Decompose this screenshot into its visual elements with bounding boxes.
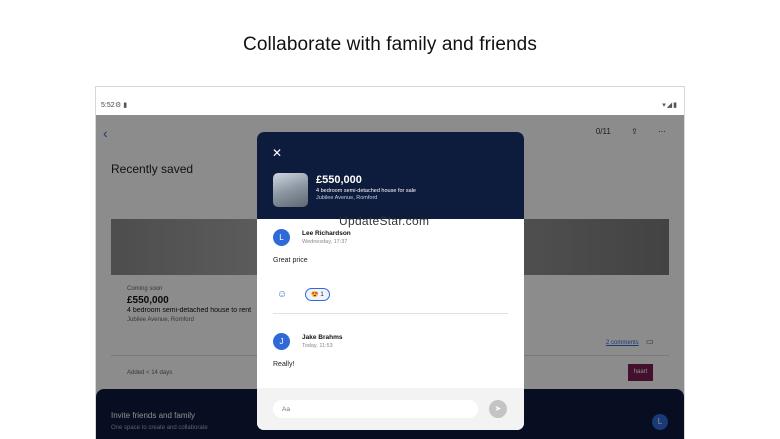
comment-divider — [273, 313, 508, 314]
avatar[interactable]: J — [273, 333, 290, 350]
comment-author: Jake Brahms — [302, 334, 343, 341]
reaction-badge[interactable]: 😍 1 — [305, 288, 330, 301]
watermark-text: UpdateStar.com — [339, 214, 430, 228]
comment-input[interactable] — [273, 400, 478, 418]
comment-time: Wednesday, 17:37 — [302, 239, 348, 245]
marketing-headline: Collaborate with family and friends — [243, 34, 537, 55]
comments-modal: ✕ £550,000 4 bedroom semi-detached house… — [257, 132, 524, 430]
device-frame: 5:52 ⚙ ▮ ▾◢▮ ‹ 0/11 ⇪ ⋯ Recently saved C… — [95, 86, 685, 439]
close-icon[interactable]: ✕ — [272, 146, 282, 160]
comment-text: Great price — [273, 257, 308, 264]
property-thumbnail — [273, 173, 308, 207]
status-right-icons: ▾◢▮ — [662, 102, 678, 109]
send-icon[interactable]: ➤ — [489, 400, 507, 418]
modal-price: £550,000 — [316, 174, 362, 186]
comment-input-bar: ➤ — [257, 388, 524, 430]
modal-description: 4 bedroom semi-detached house for sale — [316, 188, 416, 194]
avatar[interactable]: L — [273, 229, 290, 246]
add-reaction-icon[interactable]: ☺ — [277, 289, 287, 300]
comment-text: Really! — [273, 361, 295, 368]
status-bar: 5:52 ⚙ ▮ ▾◢▮ — [96, 87, 684, 115]
modal-header: ✕ £550,000 4 bedroom semi-detached house… — [257, 132, 524, 219]
comment-time: Today, 11:53 — [302, 343, 333, 349]
status-left-icons: ⚙ ▮ — [115, 102, 128, 109]
comment-author: Lee Richardson — [302, 230, 351, 237]
status-time: 5:52 — [101, 102, 115, 109]
modal-address: Jubilee Avenue, Romford — [316, 195, 378, 201]
